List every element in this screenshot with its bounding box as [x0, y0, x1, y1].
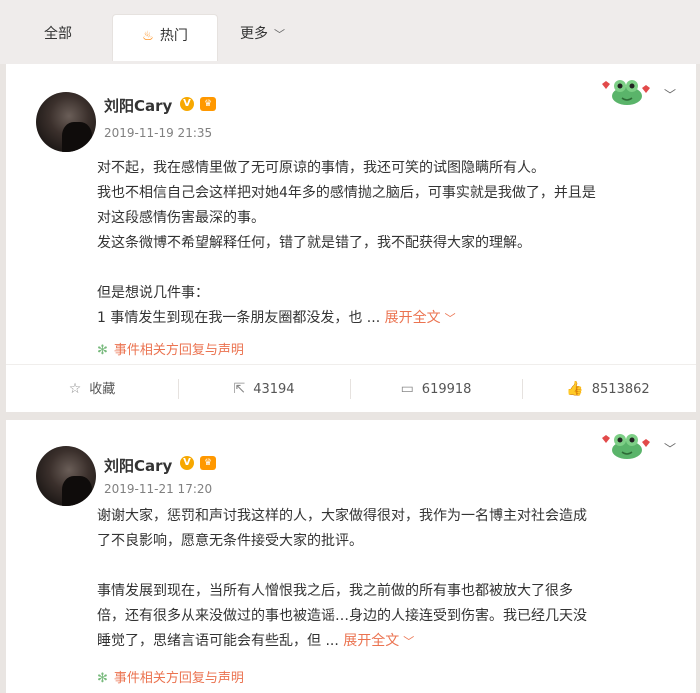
chevron-down-icon: ﹀: [274, 28, 285, 41]
sparkle-icon: ✻: [97, 671, 108, 686]
post-text-line: 发这条微博不希望解释任何，错了就是错了，我不配获得大家的理解。: [97, 235, 531, 251]
repost-button[interactable]: ⇱ 43194: [178, 365, 350, 413]
tab-hot-label: 热门: [159, 28, 188, 44]
weibo-post-card: 刘阳Cary V ♛ 2019-11-21 17:20 ﹀ 谢谢大家，惩罚和声讨…: [6, 420, 696, 693]
card-sticker-icon: [602, 80, 650, 105]
post-text-line: 事情发展到现在，当所有人憎恨我之后，我之前做的所有事也都被放大了很多: [97, 583, 573, 599]
weibo-post-card: 刘阳Cary V ♛ 2019-11-19 21:35 ﹀ 对不起，我在感情里做…: [6, 64, 696, 412]
avatar[interactable]: [36, 446, 96, 506]
post-action-bar: ☆ 收藏 ⇱ 43194 ▭ 619918 👍 8513862: [6, 364, 696, 413]
tab-more-label: 更多: [240, 26, 268, 42]
favorite-button[interactable]: ☆ 收藏: [6, 365, 178, 413]
tab-hot[interactable]: ♨ 热门: [112, 14, 218, 61]
post-timestamp[interactable]: 2019-11-19 21:35: [104, 126, 212, 140]
favorite-label: 收藏: [89, 382, 116, 397]
post-text-line: 对不起，我在感情里做了无可原谅的事情，我还可笑的试图隐瞒所有人。: [97, 160, 545, 176]
author-name[interactable]: 刘阳Cary: [104, 455, 172, 476]
flame-icon: ♨: [142, 29, 154, 44]
post-text: 对不起，我在感情里做了无可原谅的事情，我还可笑的试图隐瞒所有人。我也不相信自己会…: [97, 156, 687, 331]
vip-crown-icon: ♛: [200, 456, 216, 470]
thumbs-up-icon: 👍: [566, 381, 584, 397]
post-menu-chevron-icon[interactable]: ﹀: [664, 440, 676, 457]
author-name[interactable]: 刘阳Cary: [104, 95, 172, 116]
tab-all[interactable]: 全部: [44, 14, 72, 58]
card-sticker-icon: [602, 434, 650, 459]
post-text-line: 睡觉了，思绪言语可能会有些乱，但 ...: [97, 633, 339, 649]
verified-badge-icon: V: [180, 456, 194, 470]
vip-crown-icon: ♛: [200, 97, 216, 111]
post-text-line: 谢谢大家，惩罚和声讨我这样的人，大家做得很对，我作为一名博主对社会造成: [97, 508, 587, 524]
comment-button[interactable]: ▭ 619918: [350, 365, 522, 413]
expand-label: 展开全文: [343, 633, 400, 649]
star-icon: ☆: [68, 381, 82, 397]
post-menu-chevron-icon[interactable]: ﹀: [664, 86, 676, 103]
repost-count: 43194: [253, 382, 295, 397]
tab-all-label: 全部: [44, 26, 72, 42]
chevron-down-icon: ﹀: [403, 635, 415, 648]
post-text: 谢谢大家，惩罚和声讨我这样的人，大家做得很对，我作为一名博主对社会造成 了不良影响…: [97, 504, 687, 654]
repost-icon: ⇱: [233, 381, 246, 397]
post-text-line: 了不良影响，愿意无条件接受大家的批评。: [97, 533, 363, 549]
feed-tab-bar: 全部 ♨ 热门 更多 ﹀: [0, 0, 700, 64]
tab-more[interactable]: 更多 ﹀: [240, 14, 285, 58]
post-text-line: 1 事情发生到现在我一条朋友圈都没发，也 ...: [97, 310, 381, 326]
post-text-line-last: 睡觉了，思绪言语可能会有些乱，但 ... 展开全文 ﹀: [97, 629, 687, 654]
statement-label: 事件相关方回复与声明: [113, 671, 244, 686]
post-text-line-last: 1 事情发生到现在我一条朋友圈都没发，也 ... 展开全文 ﹀: [97, 306, 687, 331]
post-text-line: [97, 554, 687, 579]
post-text-line: 我也不相信自己会这样把对她4年多的感情抛之脑后，可事实就是我做了，并且是: [97, 185, 596, 201]
expand-full-text-link[interactable]: 展开全文 ﹀: [339, 633, 414, 649]
comment-count: 619918: [421, 382, 472, 397]
post-text-line: [97, 256, 687, 281]
sparkle-icon: ✻: [97, 343, 108, 358]
comment-icon: ▭: [400, 381, 414, 397]
avatar[interactable]: [36, 92, 96, 152]
verified-badge-icon: V: [180, 97, 194, 111]
like-count: 8513862: [591, 382, 650, 397]
related-statement-link[interactable]: ✻ 事件相关方回复与声明: [97, 667, 244, 686]
expand-full-text-link[interactable]: 展开全文 ﹀: [380, 310, 456, 326]
post-text-line: 倍，还有很多从来没做过的事也被造谣…身边的人接连受到伤害。我已经几天没: [97, 608, 587, 624]
statement-label: 事件相关方回复与声明: [113, 343, 244, 358]
chevron-down-icon: ﹀: [444, 312, 456, 325]
post-timestamp[interactable]: 2019-11-21 17:20: [104, 482, 212, 496]
post-text-line: 但是想说几件事：: [97, 285, 209, 301]
like-button[interactable]: 👍 8513862: [522, 365, 694, 413]
related-statement-link[interactable]: ✻ 事件相关方回复与声明: [97, 339, 244, 358]
post-text-line: 对这段感情伤害最深的事。: [97, 210, 265, 226]
expand-label: 展开全文: [384, 310, 441, 326]
